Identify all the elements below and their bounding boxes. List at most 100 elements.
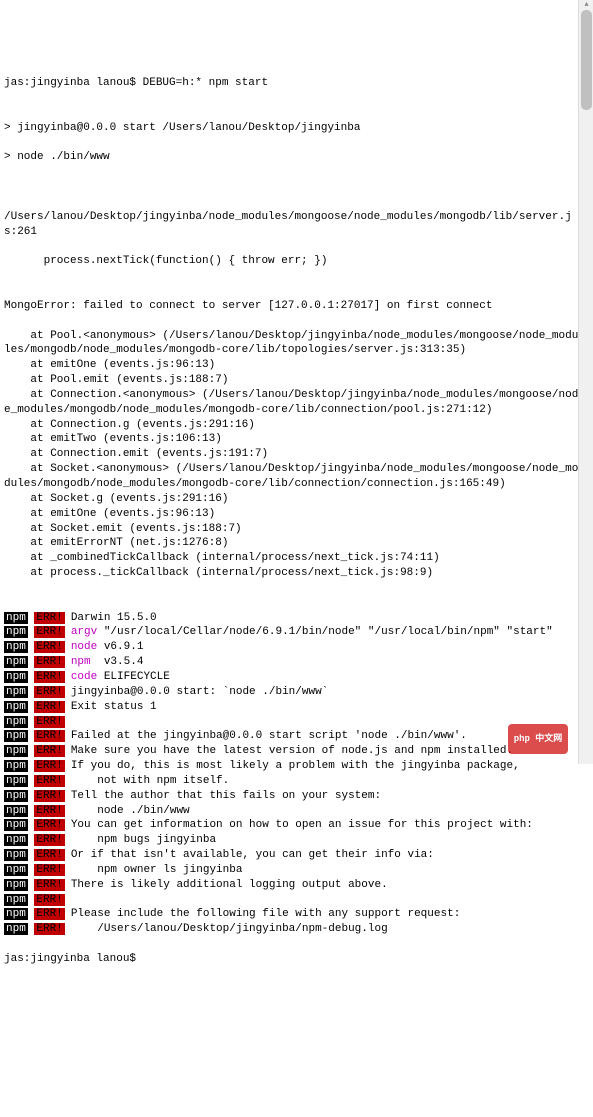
npm-error-text: Please include the following file with a… (71, 907, 579, 922)
err-badge: ERR! (34, 612, 64, 624)
npm-badge: npm (4, 686, 28, 698)
npm-error-line: npm ERR! node v6.9.1 (4, 640, 579, 655)
npm-error-key: node (71, 641, 97, 653)
npm-err-prefix: npm ERR! (4, 907, 65, 922)
npm-error-text: Darwin 15.5.0 (71, 611, 579, 626)
npm-err-prefix: npm ERR! (4, 625, 65, 640)
npm-error-text: node v6.9.1 (71, 640, 579, 655)
npm-start-line: > node ./bin/www (4, 150, 579, 165)
npm-badge: npm (4, 671, 28, 683)
err-badge: ERR! (34, 686, 64, 698)
npm-error-text: Tell the author that this fails on your … (71, 789, 579, 804)
err-badge: ERR! (34, 819, 64, 831)
npm-error-line: npm ERR! node ./bin/www (4, 804, 579, 819)
npm-err-prefix: npm ERR! (4, 804, 65, 819)
npm-error-key: argv (71, 626, 97, 638)
npm-error-line: npm ERR! (4, 715, 579, 730)
err-badge: ERR! (34, 745, 64, 757)
npm-badge: npm (4, 819, 28, 831)
stack-trace-line: at Socket.emit (events.js:188:7) (4, 522, 579, 537)
err-badge: ERR! (34, 849, 64, 861)
err-badge: ERR! (34, 834, 64, 846)
npm-badge: npm (4, 716, 28, 728)
npm-err-prefix: npm ERR! (4, 655, 65, 670)
stack-trace-line: at process._tickCallback (internal/proce… (4, 566, 579, 581)
prompt-line[interactable]: jas:jingyinba lanou$ DEBUG=h:* npm start (4, 76, 579, 91)
error-header: MongoError: failed to connect to server … (4, 299, 579, 314)
err-badge: ERR! (34, 626, 64, 638)
prompt-line[interactable]: jas:jingyinba lanou$ (4, 952, 579, 967)
npm-error-text: There is likely additional logging outpu… (71, 878, 579, 893)
npm-err-prefix: npm ERR! (4, 640, 65, 655)
scroll-up-arrow[interactable]: ▴ (579, 0, 593, 10)
npm-error-text: Failed at the jingyinba@0.0.0 start scri… (71, 729, 579, 744)
npm-badge: npm (4, 775, 28, 787)
npm-error-key: npm (71, 656, 97, 668)
npm-error-line: npm ERR!code ELIFECYCLE (4, 670, 579, 685)
npm-badge: npm (4, 849, 28, 861)
npm-error-text: npm bugs jingyinba (71, 833, 579, 848)
npm-error-line: npm ERR! There is likely additional loggi… (4, 878, 579, 893)
npm-error-line: npm ERR! Or if that isn't available, you … (4, 848, 579, 863)
npm-badge: npm (4, 908, 28, 920)
stack-trace-line: at Connection.<anonymous> (/Users/lanou/… (4, 388, 579, 418)
npm-err-prefix: npm ERR! (4, 893, 65, 908)
npm-badge: npm (4, 641, 28, 653)
stack-trace-line: at emitOne (events.js:96:13) (4, 507, 579, 522)
stack-trace-line: at _combinedTickCallback (internal/proce… (4, 551, 579, 566)
err-badge: ERR! (34, 730, 64, 742)
npm-error-line: npm ERR! Exit status 1 (4, 700, 579, 715)
npm-err-prefix: npm ERR! (4, 700, 65, 715)
npm-badge: npm (4, 626, 28, 638)
scrollbar[interactable]: ▴ (578, 0, 593, 764)
npm-err-prefix: npm ERR! (4, 922, 65, 937)
err-badge: ERR! (34, 790, 64, 802)
npm-error-line: npm ERR! argv "/usr/local/Cellar/node/6.9… (4, 625, 579, 640)
npm-error-line: npm ERR! /Users/lanou/Desktop/jingyinba/… (4, 922, 579, 937)
npm-error-line: npm ERR!If you do, this is most likely a… (4, 759, 579, 774)
npm-error-text: node ./bin/www (71, 804, 579, 819)
err-badge: ERR! (34, 894, 64, 906)
err-badge: ERR! (34, 671, 64, 683)
err-badge: ERR! (34, 701, 64, 713)
stack-path: /Users/lanou/Desktop/jingyinba/node_modu… (4, 210, 579, 240)
npm-error-text: Exit status 1 (71, 700, 579, 715)
npm-badge: npm (4, 805, 28, 817)
npm-error-line: npm ERR!You can get information on how t… (4, 818, 579, 833)
stack-trace-line: at Socket.<anonymous> (/Users/lanou/Desk… (4, 462, 579, 492)
err-badge: ERR! (34, 641, 64, 653)
npm-error-line: npm ERR!Tell the author that this fails … (4, 789, 579, 804)
npm-error-text: Make sure you have the latest version of… (71, 744, 579, 759)
err-badge: ERR! (34, 879, 64, 891)
npm-error-line: npm ERR! npm owner ls jingyinba (4, 863, 579, 878)
terminal-content: jas:jingyinba lanou$ DEBUG=h:* npm start… (4, 61, 579, 981)
stack-trace-line: at Connection.emit (events.js:191:7) (4, 447, 579, 462)
stack-trace-line: at emitTwo (events.js:106:13) (4, 432, 579, 447)
npm-err-prefix: npm ERR! (4, 729, 65, 744)
npm-err-prefix: npm ERR! (4, 670, 65, 685)
npm-error-line: npm ERR! (4, 893, 579, 908)
npm-error-text: If you do, this is most likely a problem… (71, 759, 579, 774)
npm-error-text: argv "/usr/local/Cellar/node/6.9.1/bin/n… (71, 625, 579, 640)
npm-error-text: not with npm itself. (71, 774, 579, 789)
npm-error-text: npm owner ls jingyinba (71, 863, 579, 878)
npm-start-line: > jingyinba@0.0.0 start /Users/lanou/Des… (4, 121, 579, 136)
stack-trace-line: at Socket.g (events.js:291:16) (4, 492, 579, 507)
npm-error-line: npm ERR! Please include the following fil… (4, 907, 579, 922)
scrollbar-thumb[interactable] (581, 10, 592, 110)
npm-error-text: Or if that isn't available, you can get … (71, 848, 579, 863)
stack-trace-line: at Pool.emit (events.js:188:7) (4, 373, 579, 388)
npm-error-line: npm ERR! npm bugs jingyinba (4, 833, 579, 848)
npm-badge: npm (4, 730, 28, 742)
npm-err-prefix: npm ERR! (4, 744, 65, 759)
npm-error-text: /Users/lanou/Desktop/jingyinba/npm-debug… (71, 922, 579, 937)
err-badge: ERR! (34, 923, 64, 935)
npm-badge: npm (4, 879, 28, 891)
npm-error-line: npm ERR! Failed at the jingyinba@0.0.0 st… (4, 729, 579, 744)
npm-badge: npm (4, 656, 28, 668)
npm-err-prefix: npm ERR! (4, 878, 65, 893)
npm-badge: npm (4, 760, 28, 772)
err-badge: ERR! (34, 716, 64, 728)
stack-trace-line: at Connection.g (events.js:291:16) (4, 418, 579, 433)
npm-err-prefix: npm ERR! (4, 818, 65, 833)
